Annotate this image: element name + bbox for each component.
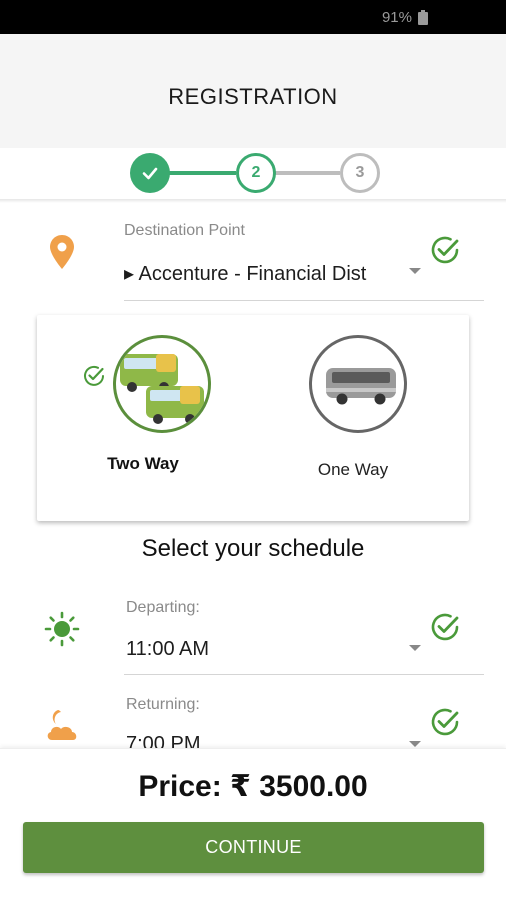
selected-check-icon [81,363,107,394]
chevron-down-icon[interactable] [409,741,421,747]
step-2-current[interactable]: 2 [236,153,276,193]
chevron-down-icon[interactable] [409,268,421,274]
registration-stepper: 2 3 [0,148,506,200]
destination-select[interactable]: ▸ Accenture - Financial Dist [124,261,366,286]
returning-label: Returning: [126,696,200,713]
checkmark-icon [142,167,158,180]
departing-underline [124,674,484,675]
continue-button[interactable]: CONTINUE [23,822,484,873]
step-1-completed[interactable] [130,153,170,193]
app-header: REGISTRATION [0,34,506,148]
battery-level: 91% [381,9,412,26]
page-title: REGISTRATION [168,84,338,109]
sun-icon [44,611,80,652]
one-way-label: One Way [317,460,389,479]
step-3-pending[interactable]: 3 [340,153,380,193]
check-circle-icon [428,705,462,744]
departing-label: Departing: [126,599,200,616]
two-way-bus-image[interactable] [113,335,211,433]
departing-time-select[interactable]: 11:00 AM [126,638,209,661]
price-footer: Price: ₹ 3500.00 CONTINUE [0,748,506,900]
location-pin-icon [48,234,76,275]
moon-cloud-icon [44,706,80,747]
one-way-option[interactable]: One Way [253,315,469,521]
step-connector-completed [168,171,236,175]
check-circle-icon [428,610,462,649]
destination-label: Destination Point [124,222,245,239]
one-way-bus-image[interactable] [309,335,407,433]
two-way-option[interactable]: Two Way [37,315,253,521]
trip-type-card: Two Way One Way [37,315,469,521]
schedule-title: Select your schedule [141,535,365,562]
stepper-divider [0,199,506,203]
price-total: Price: ₹ 3500.00 [138,770,368,803]
step-connector-pending [274,171,340,175]
status-bar: 91% [0,0,506,34]
chevron-down-icon[interactable] [409,645,421,651]
destination-underline [124,300,484,301]
battery-icon [418,10,428,30]
check-circle-icon [428,233,462,272]
two-way-label: Two Way [107,454,179,473]
